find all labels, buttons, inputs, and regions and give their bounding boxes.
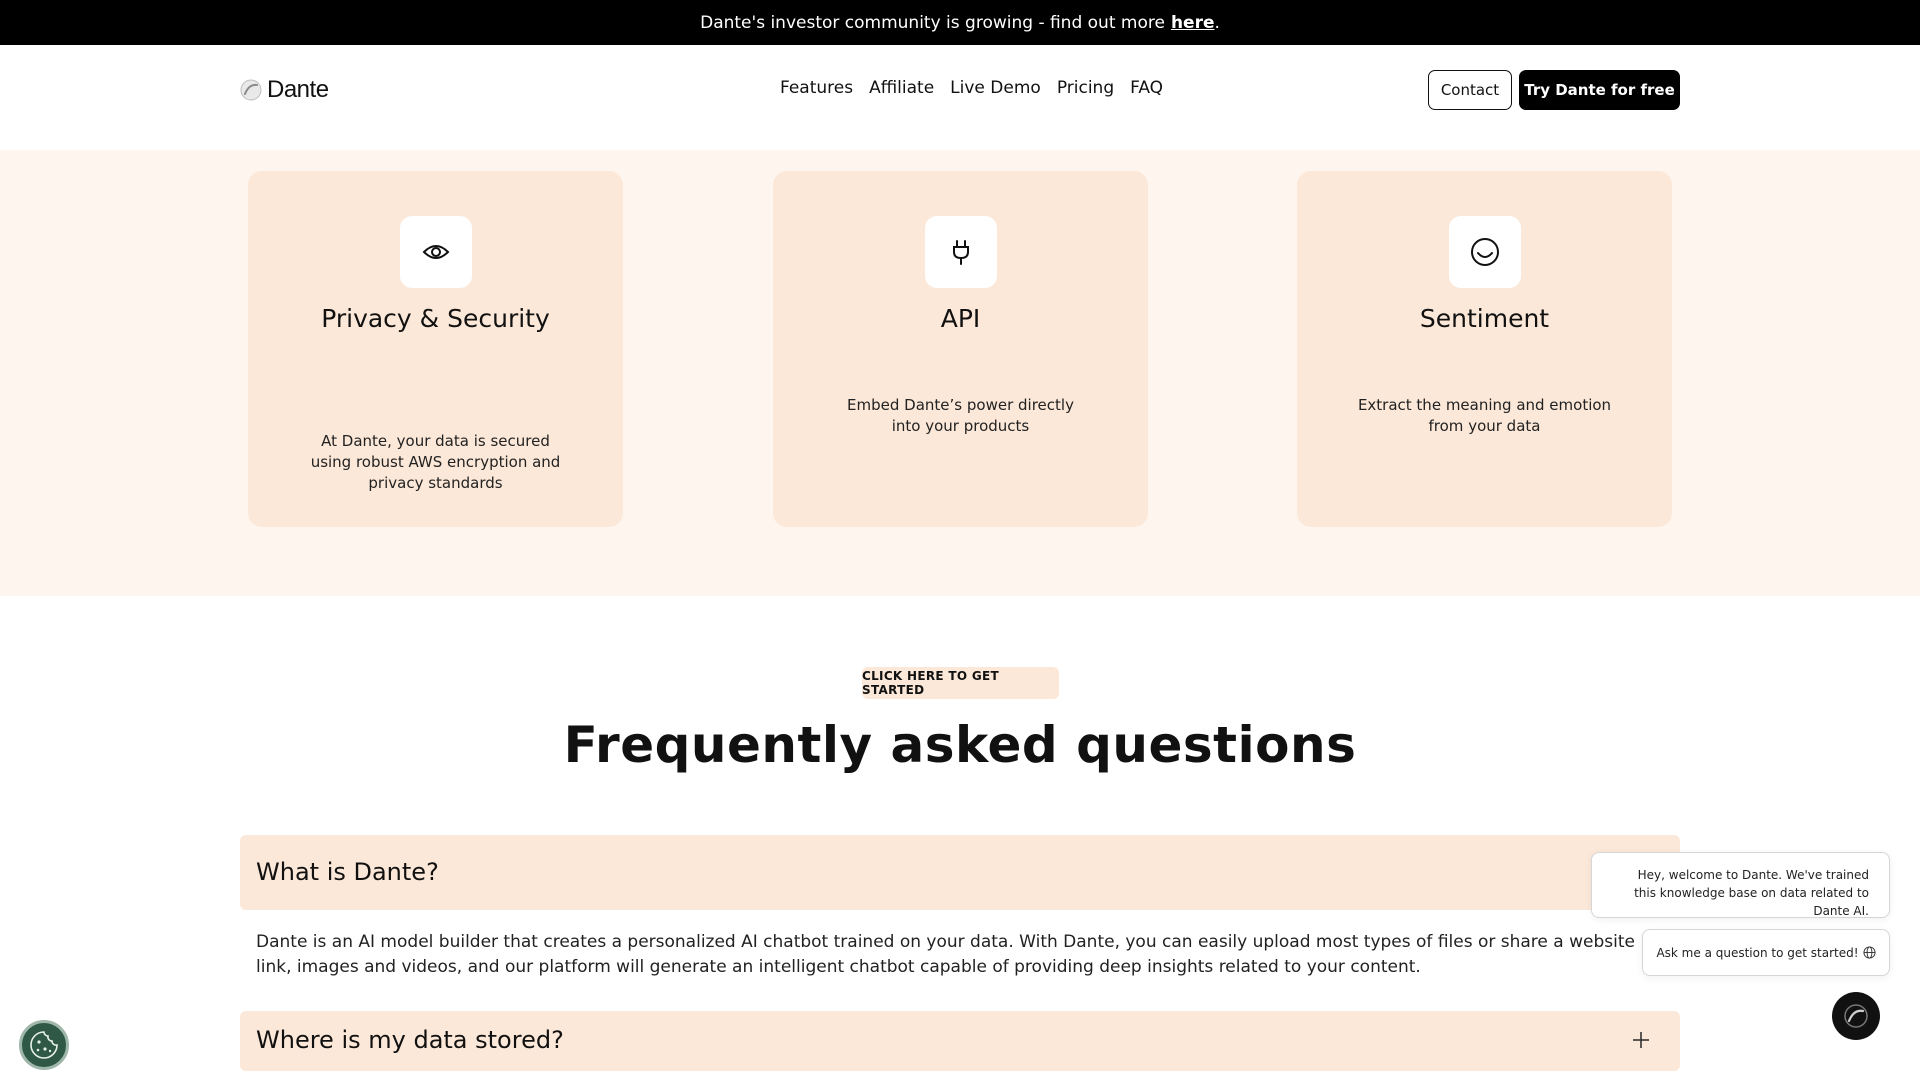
feature-card-api: API Embed Dante’s power directly into yo…	[773, 171, 1148, 527]
nav-pricing[interactable]: Pricing	[1057, 78, 1114, 98]
features-section: Privacy & Security At Dante, your data i…	[0, 150, 1920, 596]
dante-logo-icon	[240, 79, 262, 101]
chat-launcher-button[interactable]	[1832, 992, 1880, 1040]
announcement-bar: Dante's investor community is growing - …	[0, 0, 1920, 45]
chat-prompt-bubble[interactable]: Ask me a question to get started!	[1642, 929, 1890, 976]
faq-title: Frequently asked questions	[563, 716, 1357, 774]
feature-title: API	[940, 304, 981, 333]
feature-icon-box	[925, 216, 997, 288]
logo[interactable]: Dante	[239, 76, 329, 103]
faq-item-data-stored[interactable]: Where is my data stored?	[240, 1011, 1680, 1071]
feature-card-sentiment: Sentiment Extract the meaning and emotio…	[1297, 171, 1672, 527]
try-free-button[interactable]: Try Dante for free	[1519, 70, 1680, 110]
announcement-period: .	[1214, 12, 1220, 33]
chat-prompt-text: Ask me a question to get started!	[1656, 945, 1859, 960]
chat-welcome-bubble[interactable]: Hey, welcome to Dante. We've trained thi…	[1591, 852, 1890, 918]
get-started-button[interactable]: CLICK HERE TO GET STARTED	[862, 667, 1059, 699]
announcement-text: Dante's investor community is growing - …	[700, 12, 1165, 33]
feature-title: Privacy & Security	[321, 304, 550, 333]
announcement-link[interactable]: here	[1171, 13, 1215, 33]
feature-title: Sentiment	[1419, 304, 1550, 333]
faq-answer: Dante is an AI model builder that create…	[256, 932, 1635, 977]
feature-icon-box	[1449, 216, 1521, 288]
cookie-icon	[30, 1031, 58, 1059]
eye-icon	[422, 245, 450, 259]
feature-desc: Extract the meaning and emotion from you…	[1357, 396, 1612, 435]
plug-icon	[953, 240, 969, 265]
globe-icon	[1862, 946, 1876, 959]
faq-item-what-is-dante[interactable]: What is Dante?	[240, 835, 1680, 910]
feature-card-privacy: Privacy & Security At Dante, your data i…	[248, 171, 623, 527]
nav-faq[interactable]: FAQ	[1130, 78, 1163, 98]
nav-live-demo[interactable]: Live Demo	[950, 78, 1041, 98]
logo-text: Dante	[267, 76, 329, 103]
site-header: Dante Features Affiliate Live Demo Prici…	[0, 45, 1920, 150]
nav-affiliate[interactable]: Affiliate	[869, 78, 934, 98]
contact-button[interactable]: Contact	[1428, 70, 1512, 110]
dante-logo-icon	[1844, 1004, 1868, 1028]
feature-desc: At Dante, your data is secured using rob…	[310, 432, 561, 492]
nav-features[interactable]: Features	[780, 78, 853, 98]
feature-icon-box	[400, 216, 472, 288]
faq-question: Where is my data stored?	[256, 1026, 564, 1054]
cookie-settings-button[interactable]	[19, 1020, 69, 1070]
faq-question: What is Dante?	[256, 858, 439, 886]
feature-desc: Embed Dante’s power directly into your p…	[847, 396, 1074, 435]
smile-icon	[1471, 238, 1499, 266]
main-nav: Features Affiliate Live Demo Pricing FAQ	[780, 78, 1163, 98]
plus-icon[interactable]	[1630, 1029, 1652, 1051]
